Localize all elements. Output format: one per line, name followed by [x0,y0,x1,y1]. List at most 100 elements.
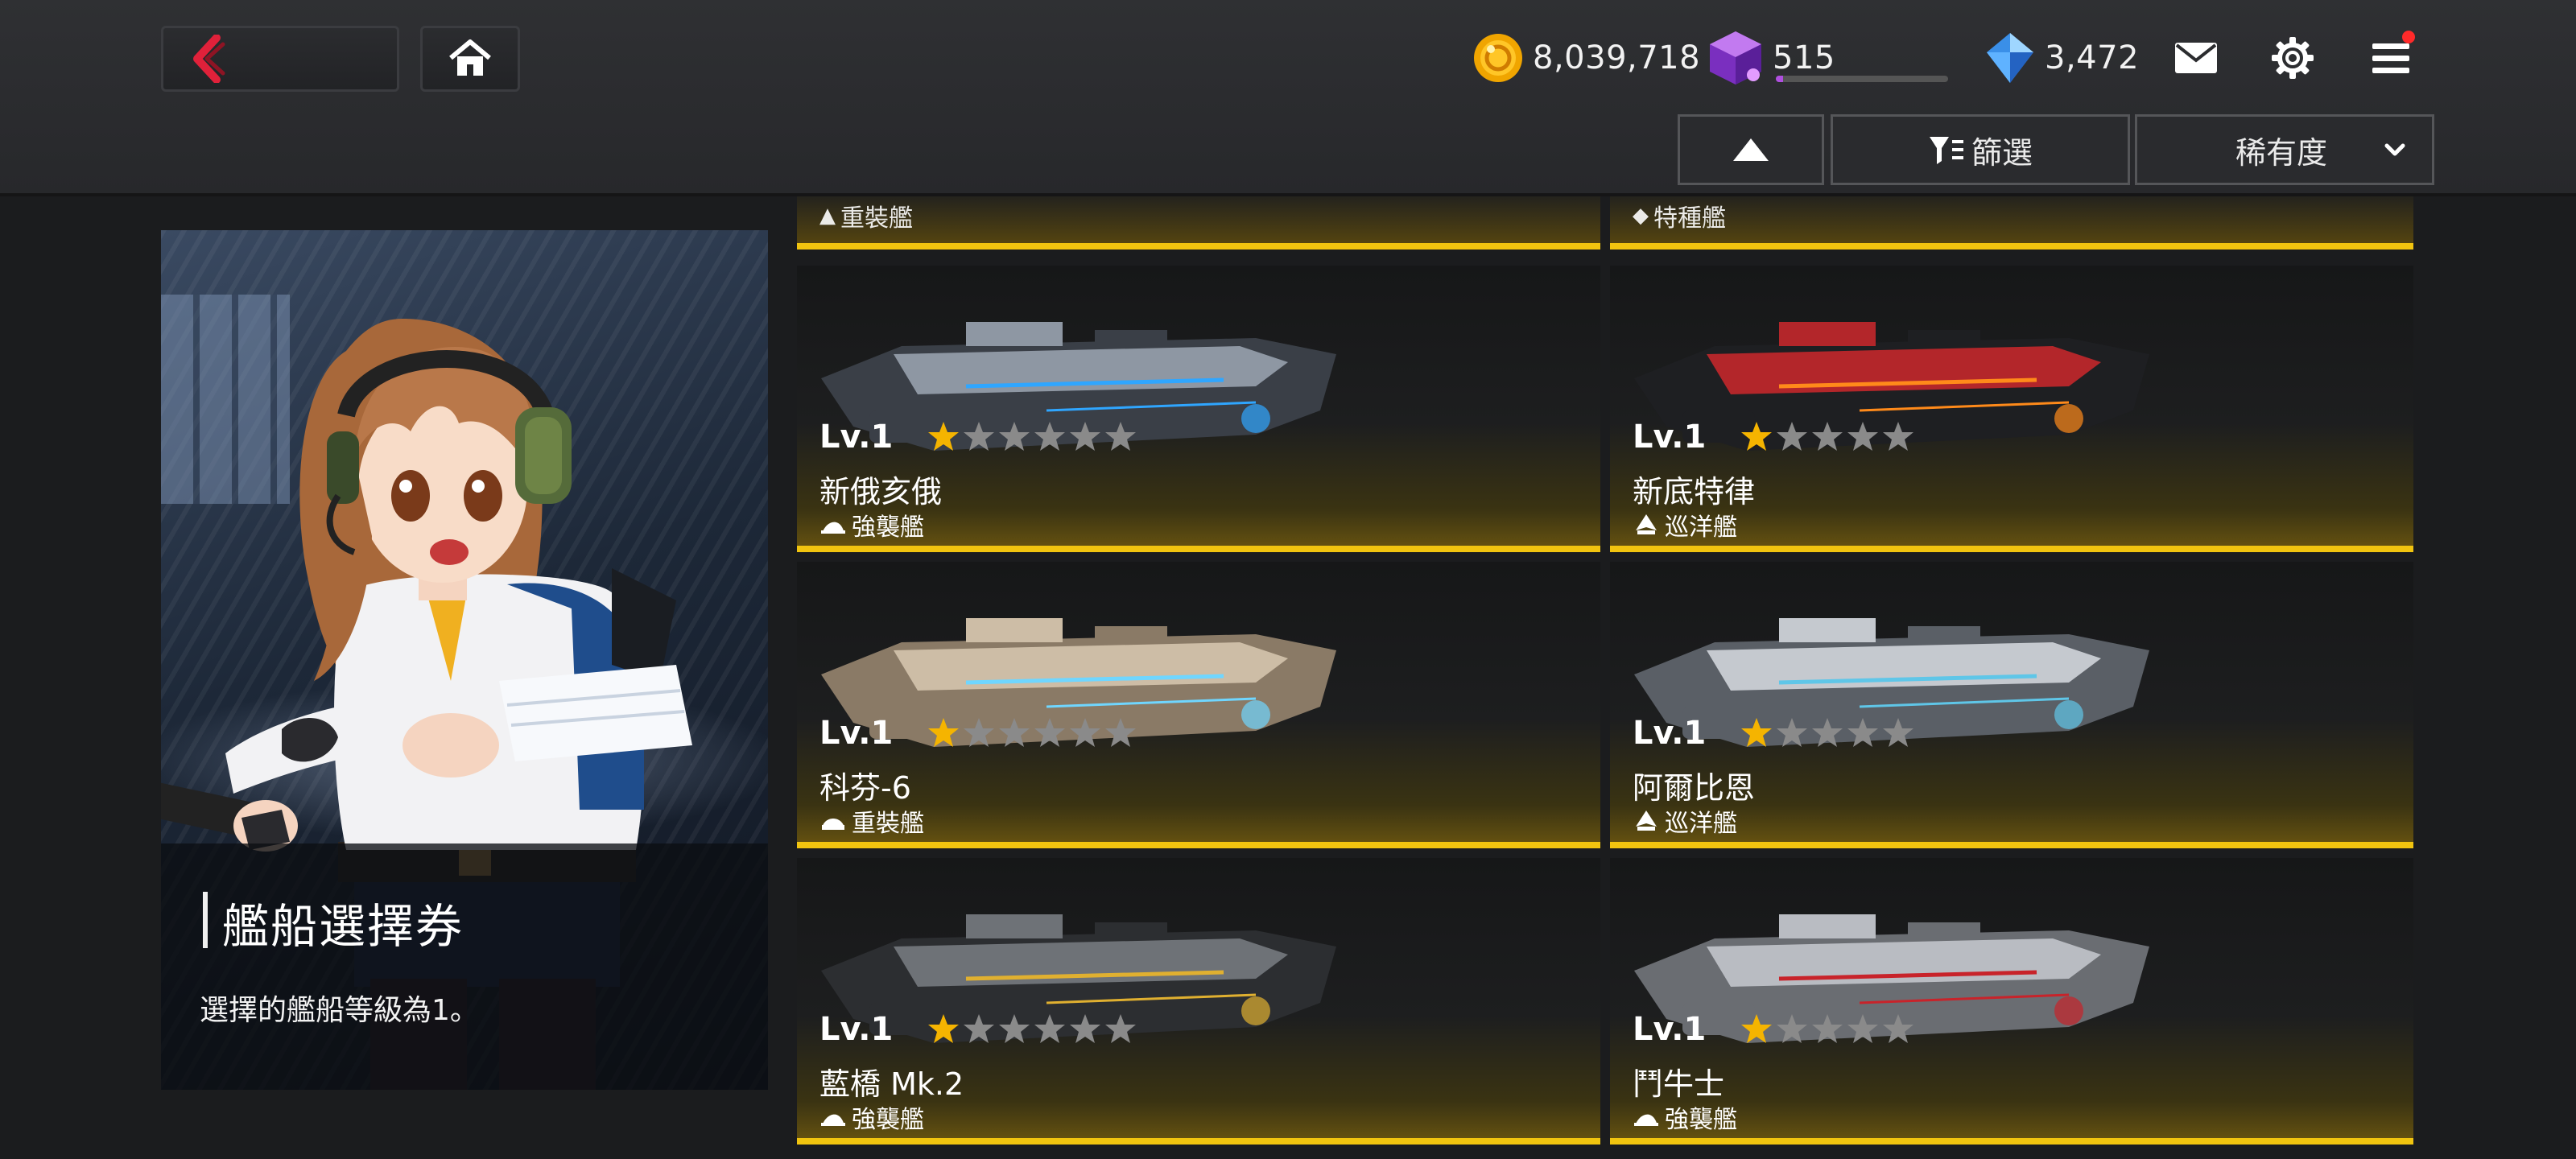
home-button[interactable] [420,26,520,92]
partial-ship-card[interactable]: ▲ 重裝艦 [797,196,1600,250]
ship-card[interactable]: Lv.1 新俄亥俄強襲艦 [797,266,1600,552]
ship-card[interactable]: Lv.1 阿爾比恩 巡洋艦 [1610,562,2413,848]
ship-class-label: 強襲艦 [1665,1106,1737,1134]
gold-amount: 8,039,718 [1533,39,1701,76]
ship-ticket-panel: 艦船選擇券 選擇的艦船等級為1。 [161,230,768,1090]
star-empty-icon [1777,1014,1807,1043]
card-gold-border [1610,546,2413,552]
back-button[interactable] [161,26,399,92]
panel-description: 選擇的艦船等級為1。 [200,994,479,1027]
ship-class: 強襲艦 [819,507,924,542]
gem-amount: 3,472 [2045,39,2140,76]
sort-direction-button[interactable] [1678,114,1824,185]
heavy-class-icon [822,819,844,830]
ship-name: 新底特律 [1633,474,1756,509]
star-empty-icon [964,1014,994,1043]
ship-name: 鬥牛士 [1633,1066,1725,1102]
blue-crystal-icon [1987,33,2033,83]
card-gold-border [1610,1138,2413,1145]
ship-level: Lv.1 [819,715,894,752]
menu-button[interactable] [2362,29,2420,87]
sort-dropdown[interactable]: 稀有度 [2135,114,2434,185]
ship-card[interactable]: Lv.1 科芬-6 重裝艦 [797,562,1600,848]
gear-icon [2272,37,2314,79]
energy-progress-bar [1776,76,1948,82]
star-empty-icon [1034,718,1065,747]
assault-class-icon [821,1114,845,1126]
card-gold-border [797,546,1600,552]
ship-card[interactable]: Lv.1 新底特律 巡洋艦 [1610,266,2413,552]
ship-card[interactable]: Lv.1 鬥牛士強襲艦 [1610,858,2413,1145]
ship-class: 強襲艦 [1633,1099,1737,1135]
star-empty-icon [1105,718,1136,747]
star-filled-icon [1741,1014,1772,1043]
mail-button[interactable] [2167,29,2225,87]
partial-card-class-label: 特種艦 [1653,204,1726,233]
ship-star-rating [1740,420,1914,452]
assault-class-icon [821,522,845,534]
ship-class: 巡洋艦 [1633,507,1737,542]
star-empty-icon [964,422,994,451]
ship-grid[interactable]: ▲ 重裝艦 ◆ 特種艦 Lv.1 新俄亥俄 強襲艦 Lv.1 新底特律 巡洋艦 … [797,196,2418,1159]
card-gold-border [797,1138,1600,1145]
star-filled-icon [928,1014,959,1043]
ship-name: 新俄亥俄 [819,474,943,509]
filter-label: 篩選 [1971,134,2033,171]
partial-card-class-label: 重裝艦 [840,204,913,233]
gem-currency: 3,472 [1982,26,2139,90]
ship-class-label: 巡洋艦 [1665,514,1737,542]
settings-button[interactable] [2264,29,2322,87]
assault-class-icon [1634,1114,1658,1126]
energy-currency: 515 [1703,26,1948,90]
filter-button[interactable]: 篩選 [1831,114,2130,185]
ship-class-label: 重裝艦 [852,810,924,838]
ship-level: Lv.1 [819,1011,894,1048]
ship-class-label: 強襲艦 [852,1106,924,1134]
back-arrow-icon [193,35,225,83]
star-empty-icon [1883,1014,1913,1043]
cruiser-class-icon [1636,514,1657,534]
purple-cube-icon [1710,31,1761,85]
top-bar: 8,039,718 515 3,472 篩選 稀有度 [0,0,2576,196]
card-gold-border [797,842,1600,848]
ship-class-label: 強襲艦 [852,514,924,542]
partial-card-class: ▲ 重裝艦 [819,198,913,233]
card-gold-border [797,243,1600,250]
energy-amount: 515 [1773,39,1835,76]
energy-progress-fill [1776,76,1783,82]
ship-level: Lv.1 [1633,1011,1707,1048]
ship-star-rating [927,420,1137,452]
ship-star-rating [927,1013,1137,1045]
cruiser-class-icon [1636,810,1657,831]
star-empty-icon [1812,718,1843,747]
home-icon [449,39,491,76]
star-empty-icon [1847,718,1878,747]
star-empty-icon [999,718,1030,747]
panel-caption-overlay [161,843,768,1090]
star-empty-icon [1070,718,1100,747]
partial-ship-card[interactable]: ◆ 特種艦 [1610,196,2413,250]
gold-currency: 8,039,718 [1470,26,1700,90]
star-filled-icon [1741,422,1772,451]
star-empty-icon [964,718,994,747]
ship-card[interactable]: Lv.1 藍橋 Mk.2 強襲艦 [797,858,1600,1145]
partial-card-class: ◆ 特種艦 [1633,198,1726,233]
star-filled-icon [1741,718,1772,747]
mail-icon [2175,43,2217,73]
ship-level: Lv.1 [819,419,894,456]
filter-icon [1929,137,1963,164]
ship-star-rating [1740,1013,1914,1045]
star-empty-icon [1105,422,1136,451]
notification-dot [2402,31,2415,43]
star-empty-icon [1034,1014,1065,1043]
star-empty-icon [1847,1014,1878,1043]
star-filled-icon [928,422,959,451]
star-empty-icon [999,422,1030,451]
star-empty-icon [1034,422,1065,451]
gold-coin-icon [1474,34,1522,82]
card-gold-border [1610,243,2413,250]
star-empty-icon [1070,1014,1100,1043]
star-empty-icon [1812,422,1843,451]
star-empty-icon [1883,718,1913,747]
star-empty-icon [999,1014,1030,1043]
